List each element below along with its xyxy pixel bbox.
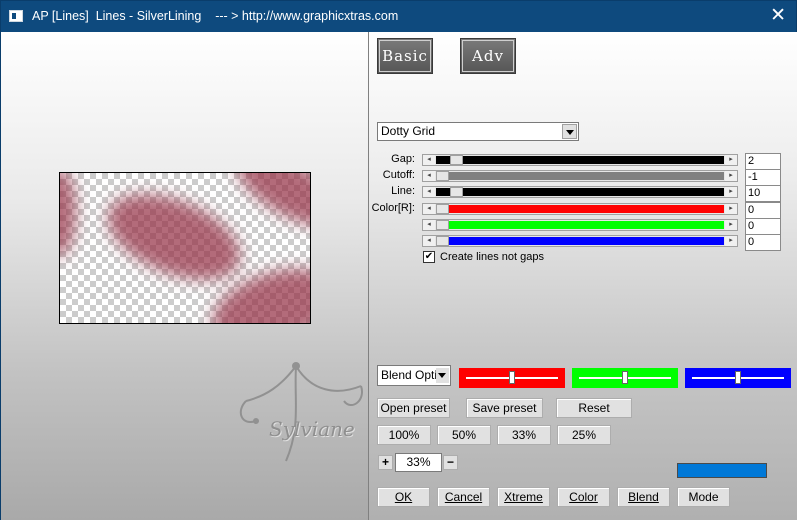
slider-thumb[interactable] — [450, 187, 463, 197]
color-button[interactable]: Color — [557, 487, 610, 507]
checkmark-icon: ✔ — [424, 251, 434, 262]
preview-blob-left — [60, 173, 76, 257]
mode-button[interactable]: Mode — [677, 487, 730, 507]
blue-swatch-slider[interactable] — [685, 368, 791, 388]
scroll-right-icon[interactable]: ▸ — [725, 220, 737, 230]
settings-pane — [369, 32, 797, 520]
app-icon — [9, 10, 23, 22]
scroll-right-icon[interactable]: ▸ — [725, 187, 737, 197]
preset-dropdown-value: Dotty Grid — [381, 124, 436, 138]
blend-button[interactable]: Blend — [617, 487, 670, 507]
param-slider[interactable]: ◂ ▸ — [422, 170, 738, 182]
plugin-window: AP [Lines] Lines - SilverLining --- > ht… — [0, 0, 797, 520]
slider-fill — [436, 188, 724, 196]
scroll-left-icon[interactable]: ◂ — [423, 220, 435, 230]
blend-options-dropdown[interactable]: Blend Optio — [377, 365, 451, 386]
param-label: Cutoff: — [382, 169, 415, 181]
watermark-flourish-icon — [239, 362, 363, 462]
param-value-field[interactable]: 10 — [745, 185, 781, 202]
param-label: Color[R]: — [371, 202, 415, 214]
slider-thumb[interactable] — [450, 155, 463, 165]
param-value-field[interactable]: -1 — [745, 169, 781, 186]
progress-color-bar — [677, 463, 767, 478]
close-icon[interactable]: ✕ — [770, 6, 786, 25]
zoom-33-button[interactable]: 33% — [497, 425, 551, 445]
slider-fill — [436, 237, 724, 245]
slider-fill — [436, 172, 724, 180]
preset-dropdown[interactable]: Dotty Grid — [377, 122, 579, 141]
preview-image[interactable] — [59, 172, 311, 324]
title-bar[interactable]: AP [Lines] Lines - SilverLining --- > ht… — [1, 1, 796, 32]
preview-blob-topright — [225, 173, 310, 242]
blend-options-value: Blend Optio — [381, 368, 444, 382]
ok-button[interactable]: OK — [377, 487, 430, 507]
zoom-50-button[interactable]: 50% — [437, 425, 491, 445]
preview-blob-main — [95, 177, 253, 297]
slider-fill — [436, 221, 724, 229]
zoom-in-button[interactable]: + — [378, 455, 393, 470]
red-swatch-thumb[interactable] — [509, 371, 515, 384]
slider-fill — [436, 205, 724, 213]
param-slider[interactable]: ◂ ▸ — [422, 203, 738, 215]
slider-thumb[interactable] — [436, 236, 449, 246]
watermark-text: Sylviane — [269, 417, 355, 441]
param-label: Gap: — [391, 153, 415, 165]
green-swatch-slider[interactable] — [572, 368, 678, 388]
scroll-left-icon[interactable]: ◂ — [423, 236, 435, 246]
zoom-out-button[interactable]: − — [443, 455, 458, 470]
param-value-field[interactable]: 2 — [745, 153, 781, 170]
scroll-right-icon[interactable]: ▸ — [725, 236, 737, 246]
xtreme-button[interactable]: Xtreme — [497, 487, 550, 507]
param-slider[interactable]: ◂ ▸ — [422, 219, 738, 231]
scroll-right-icon[interactable]: ▸ — [725, 155, 737, 165]
param-value-field[interactable]: 0 — [745, 202, 781, 219]
slider-thumb[interactable] — [436, 220, 449, 230]
scroll-right-icon[interactable]: ▸ — [725, 204, 737, 214]
zoom-25-button[interactable]: 25% — [557, 425, 611, 445]
green-swatch-thumb[interactable] — [622, 371, 628, 384]
window-title: AP [Lines] Lines - SilverLining --- > ht… — [32, 9, 399, 23]
open-preset-button[interactable]: Open preset — [377, 398, 450, 418]
scroll-right-icon[interactable]: ▸ — [725, 171, 737, 181]
param-slider[interactable]: ◂ ▸ — [422, 186, 738, 198]
slider-thumb[interactable] — [436, 204, 449, 214]
create-lines-checkbox[interactable]: ✔ — [423, 251, 435, 263]
blue-swatch-thumb[interactable] — [735, 371, 741, 384]
save-preset-button[interactable]: Save preset — [466, 398, 543, 418]
tab-adv[interactable]: Adv — [460, 38, 516, 74]
chevron-down-icon[interactable] — [562, 124, 577, 139]
param-slider[interactable]: ◂ ▸ — [422, 154, 738, 166]
param-value-field[interactable]: 0 — [745, 218, 781, 235]
chevron-down-icon[interactable] — [436, 368, 449, 383]
scroll-left-icon[interactable]: ◂ — [423, 187, 435, 197]
param-slider[interactable]: ◂ ▸ — [422, 235, 738, 247]
tab-basic[interactable]: Basic — [377, 38, 433, 74]
scroll-left-icon[interactable]: ◂ — [423, 155, 435, 165]
param-label: Line: — [391, 185, 415, 197]
param-value-field[interactable]: 0 — [745, 234, 781, 251]
red-swatch-slider[interactable] — [459, 368, 565, 388]
scroll-left-icon[interactable]: ◂ — [423, 171, 435, 181]
scroll-left-icon[interactable]: ◂ — [423, 204, 435, 214]
create-lines-label: Create lines not gaps — [440, 251, 544, 263]
reset-button[interactable]: Reset — [556, 398, 632, 418]
zoom-level-field[interactable]: 33% — [395, 453, 442, 472]
zoom-100-button[interactable]: 100% — [377, 425, 431, 445]
slider-fill — [436, 156, 724, 164]
slider-thumb[interactable] — [436, 171, 449, 181]
cancel-button[interactable]: Cancel — [437, 487, 490, 507]
